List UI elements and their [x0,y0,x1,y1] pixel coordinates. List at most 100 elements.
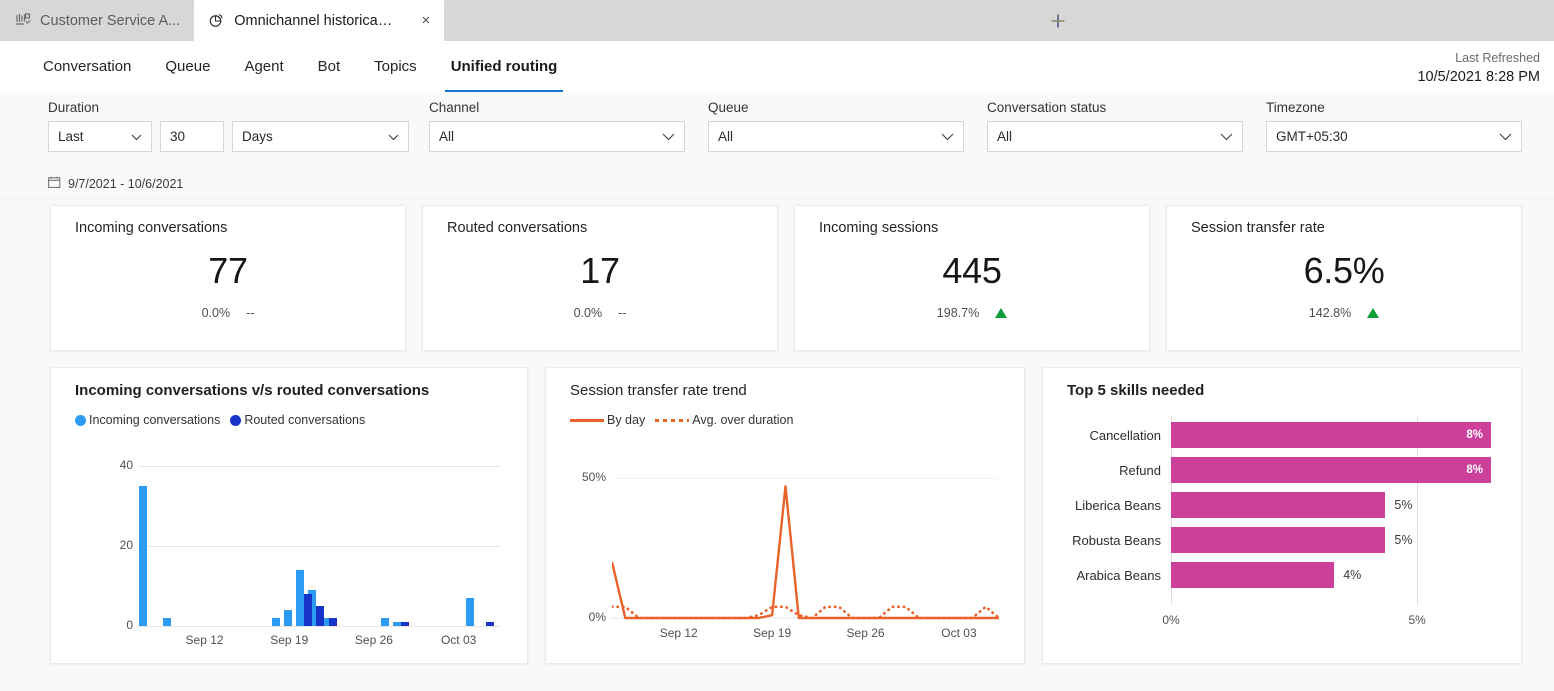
tab-conversation[interactable]: Conversation [26,41,148,92]
kpi-delta-percent: 198.7% [936,306,980,320]
y-tick-label: 20 [119,538,133,552]
skill-label: Liberica Beans [1075,497,1161,513]
x-tick-label: Sep 26 [846,626,885,640]
chart-legend: Incoming conversations Routed conversati… [51,399,527,427]
queue-value: All [718,129,734,144]
bar[interactable] [485,622,494,626]
queue-select[interactable]: All [708,121,964,152]
kpi-card-session-transfer-rate[interactable]: Session transfer rate 6.5% 142.8% [1166,205,1522,351]
chevron-down-icon [123,129,142,144]
date-range-text: 9/7/2021 - 10/6/2021 [68,177,184,191]
bar[interactable] [163,618,172,626]
last-refreshed-label: Last Refreshed [1455,51,1540,65]
tab-bot[interactable]: Bot [301,41,358,92]
close-icon[interactable]: × [403,13,430,28]
bar[interactable] [284,610,293,626]
legend-swatch-icon [230,414,242,426]
browser-tab-customer-service[interactable]: Customer Service A... [0,0,194,41]
y-tick-label: 50% [581,470,606,484]
bar[interactable] [381,618,389,626]
y-tick-label: 0 [126,618,133,632]
duration-amount-input[interactable]: 30 [160,121,224,152]
kpi-title: Incoming conversations [75,220,228,236]
x-tick-label: Sep 12 [185,633,224,647]
timezone-select[interactable]: GMT+05:30 [1266,121,1522,152]
filter-channel-label: Channel [429,100,480,115]
chevron-down-icon [1491,129,1512,144]
tab-agent[interactable]: Agent [227,41,300,92]
skill-value-label: 8% [1466,464,1483,476]
skill-bar[interactable] [1171,562,1335,588]
conversation-status-value: All [997,129,1013,144]
kpi-value: 6.5% [1303,250,1385,291]
kpi-card-incoming-sessions[interactable]: Incoming sessions 445 198.7% [794,205,1150,351]
duration-amount-value: 30 [170,129,186,144]
skill-bar-row[interactable]: Arabica Beans 4% [1061,562,1511,588]
skill-bar[interactable]: 8% [1171,457,1491,483]
conversation-status-select[interactable]: All [987,121,1243,152]
plus-icon [1048,11,1068,31]
new-tab-button[interactable] [1042,6,1074,36]
bar[interactable] [139,486,147,626]
x-tick-label: Sep 12 [659,626,698,640]
last-refreshed: Last Refreshed 10/5/2021 8:28 PM [1417,49,1540,88]
bar[interactable] [393,622,402,626]
browser-tab-omnichannel[interactable]: Omnichannel historical a... × [194,0,445,41]
kpi-trend-indicator: -- [246,306,255,320]
skill-bar[interactable]: 8% [1171,422,1491,448]
kpi-delta: 0.0% -- [51,306,405,320]
bar[interactable] [272,618,281,626]
skill-value-label: 8% [1466,429,1483,441]
x-tick-label: Sep 19 [270,633,309,647]
kpi-value: 17 [580,250,620,291]
skill-bar[interactable] [1171,492,1386,518]
chevron-down-icon [933,129,954,144]
chart-card-incoming-vs-routed[interactable]: Incoming conversations v/s routed conver… [50,367,528,664]
filter-timezone: Timezone GMT+05:30 [1266,100,1522,152]
bar[interactable] [328,618,337,626]
browser-tab-strip: Customer Service A... Omnichannel histor… [0,0,1554,41]
bar-plot-area [138,466,501,627]
kpi-title: Session transfer rate [1191,220,1325,236]
skill-bar-row[interactable]: Robusta Beans 5% [1061,527,1511,553]
legend-label: Avg. over duration [692,413,794,427]
duration-unit-select[interactable]: Days [232,121,409,152]
chevron-down-icon [654,129,675,144]
filter-queue: Queue All [708,100,964,152]
kpi-value: 77 [208,250,248,291]
bar[interactable] [296,570,305,626]
kpi-card-routed-conversations[interactable]: Routed conversations 17 0.0% -- [422,205,778,351]
channel-select[interactable]: All [429,121,685,152]
kpi-delta: 198.7% [795,306,1149,320]
tab-unified-routing[interactable]: Unified routing [434,41,575,92]
skill-bar-row[interactable]: Liberica Beans 5% [1061,492,1511,518]
bar[interactable] [304,594,313,626]
tab-topics[interactable]: Topics [357,41,434,92]
skill-label: Arabica Beans [1076,567,1161,583]
kpi-card-incoming-conversations[interactable]: Incoming conversations 77 0.0% -- [50,205,406,351]
x-tick-label: Sep 19 [753,626,792,640]
skill-bar-row[interactable]: Cancellation 8% [1061,422,1511,448]
legend-item-routed-conversations: Routed conversations [230,413,365,427]
legend-item-by-day: By day [570,413,645,427]
legend-item-avg-over-duration: Avg. over duration [655,413,793,427]
bar[interactable] [316,606,325,626]
skill-bar[interactable] [1171,527,1386,553]
tab-queue[interactable]: Queue [148,41,227,92]
skill-value-label: 5% [1394,498,1413,512]
chart-card-top-skills[interactable]: Top 5 skills needed Cancellation 8% Refund… [1042,367,1522,664]
filter-duration-label: Duration [48,100,100,115]
kpi-delta-percent: 0.0% [201,306,231,320]
y-tick-label: 40 [119,458,133,472]
bar[interactable] [465,598,474,626]
bar[interactable] [401,622,410,626]
chevron-down-icon [380,129,399,144]
skill-bar-row[interactable]: Refund 8% [1061,457,1511,483]
legend-label: By day [607,413,646,427]
filter-bar: Duration Last 30 Days Channel All Queue … [0,92,1554,199]
kpi-delta-percent: 142.8% [1308,306,1352,320]
kpi-title: Routed conversations [447,220,588,236]
pie-chart-icon [208,12,225,29]
chart-card-session-transfer-trend[interactable]: Session transfer rate trend By day Avg. … [545,367,1025,664]
duration-mode-select[interactable]: Last [48,121,152,152]
